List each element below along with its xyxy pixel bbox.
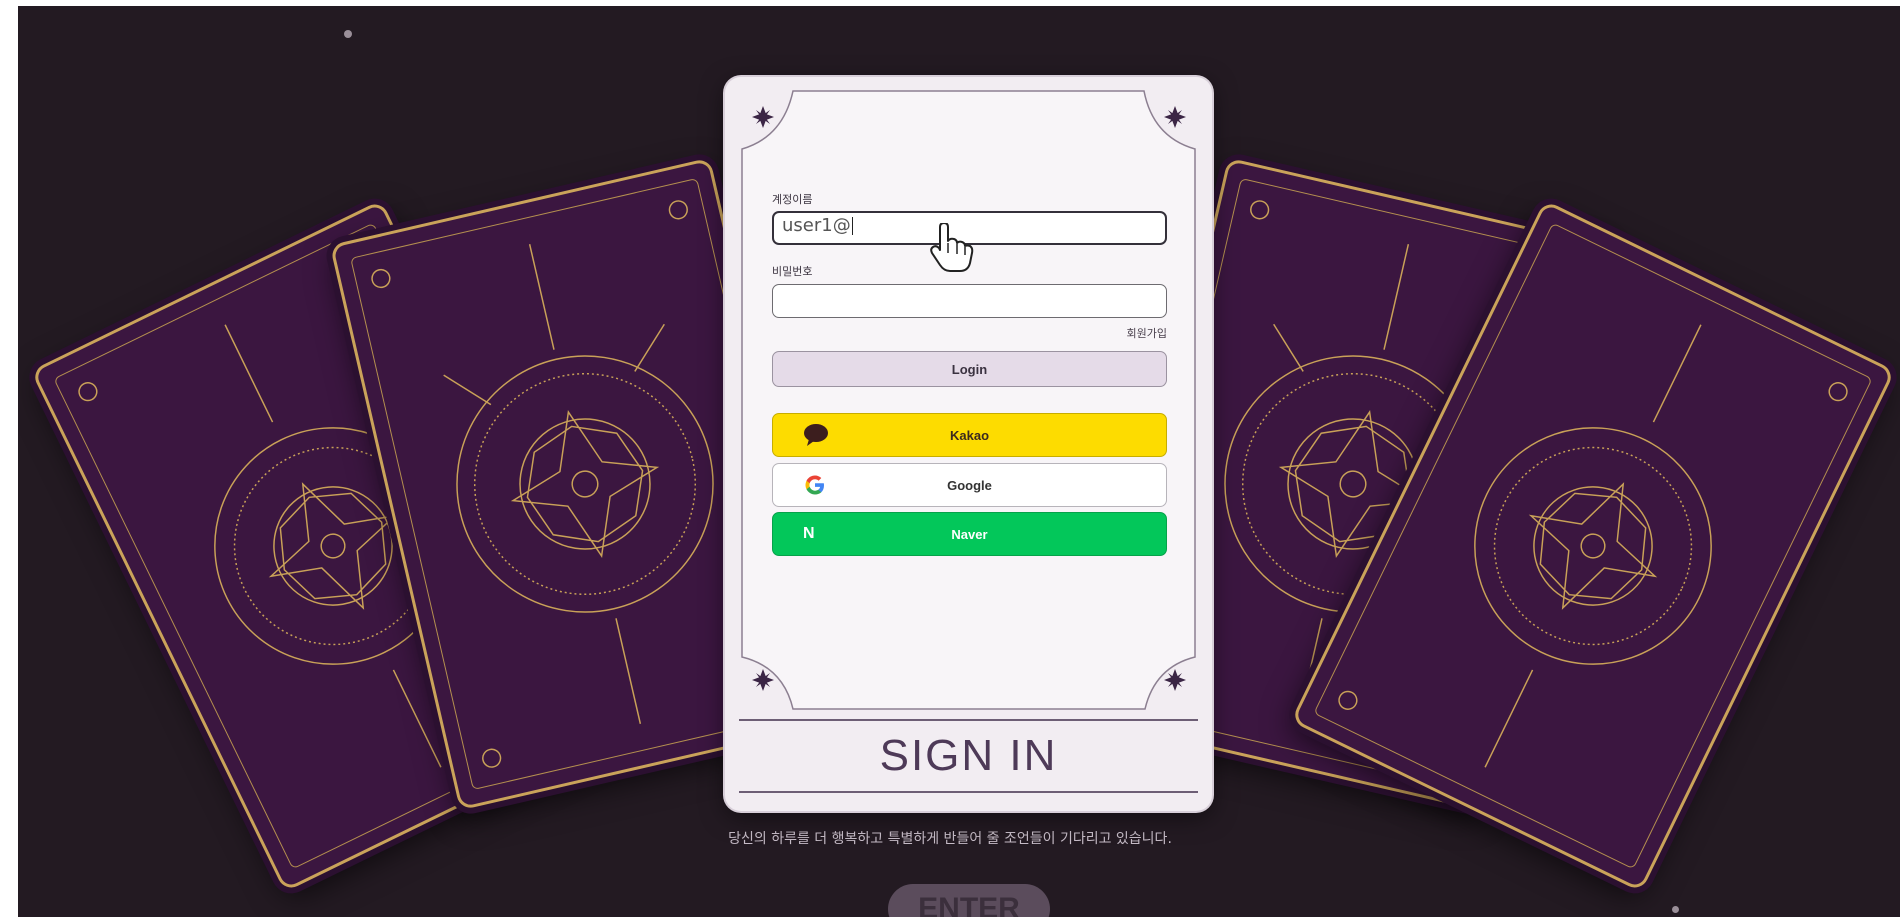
- title-divider-bottom: [739, 791, 1198, 793]
- kakao-login-button[interactable]: Kakao: [772, 413, 1167, 457]
- google-label: Google: [947, 477, 992, 493]
- hand-pointer-cursor-icon: [930, 223, 974, 272]
- star-dot: [344, 30, 352, 38]
- naver-label: Naver: [951, 526, 988, 542]
- text-caret: [851, 217, 854, 235]
- password-label: 비밀번호: [772, 265, 813, 278]
- naver-login-button[interactable]: N Naver: [772, 512, 1167, 556]
- login-button[interactable]: Login: [772, 351, 1167, 387]
- login-card: 계정이름 user1@ 비밀번호 회원가입 Login Kakao Google…: [725, 77, 1212, 811]
- password-input[interactable]: [772, 284, 1167, 318]
- enter-button[interactable]: ENTER: [888, 884, 1050, 917]
- sign-in-title: SIGN IN: [879, 731, 1058, 780]
- kakao-speech-bubble-icon: [804, 424, 828, 446]
- google-login-button[interactable]: Google: [772, 463, 1167, 507]
- login-button-label: Login: [951, 361, 988, 377]
- corner-star-icon: [752, 106, 774, 128]
- naver-n-icon: N: [803, 525, 815, 542]
- kakao-label: Kakao: [949, 427, 990, 443]
- corner-star-icon: [752, 669, 774, 691]
- signup-link[interactable]: 회원가입: [1127, 325, 1167, 341]
- corner-star-icon: [1164, 106, 1186, 128]
- google-g-icon: [805, 475, 824, 495]
- tagline-text: 당신의 하루를 더 행복하고 특별하게 반들어 줄 조언들이 기다리고 있습니다…: [728, 831, 1172, 847]
- title-divider-top: [739, 719, 1198, 721]
- corner-star-icon: [1164, 669, 1186, 691]
- username-value: user1@: [782, 215, 851, 236]
- star-dot: [1672, 906, 1679, 913]
- username-label: 계정이름: [772, 193, 813, 206]
